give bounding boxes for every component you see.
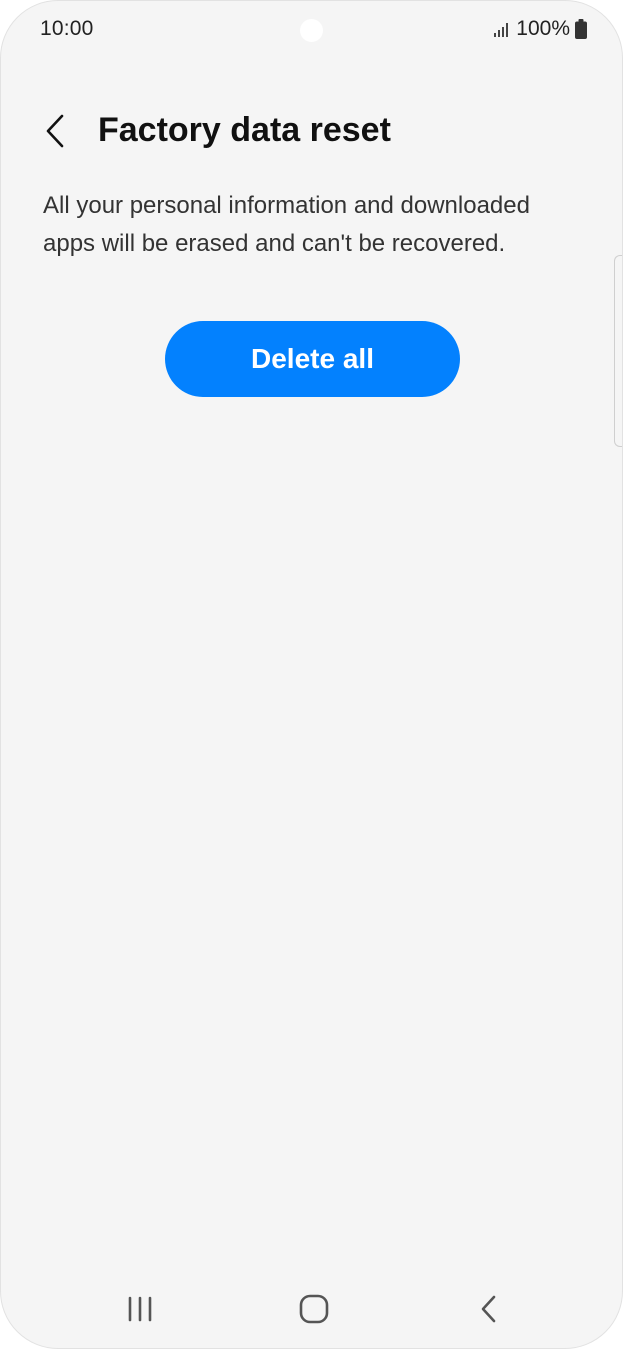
status-time: 10:00 bbox=[40, 17, 94, 40]
reset-description: All your personal information and downlo… bbox=[43, 192, 530, 257]
phone-screen: 10:00 100% Factory data reset All your p… bbox=[0, 0, 623, 1349]
home-icon bbox=[299, 1294, 329, 1324]
scroll-handle[interactable] bbox=[614, 255, 622, 447]
recent-apps-icon bbox=[128, 1296, 152, 1322]
delete-all-button[interactable]: Delete all bbox=[165, 321, 460, 397]
recent-apps-button[interactable] bbox=[110, 1287, 170, 1331]
chevron-left-icon bbox=[46, 114, 64, 148]
status-bar: 10:00 100% bbox=[1, 1, 622, 59]
battery-percentage: 100% bbox=[516, 17, 570, 40]
home-button[interactable] bbox=[284, 1287, 344, 1331]
page-title: Factory data reset bbox=[98, 111, 391, 149]
app-header: Factory data reset bbox=[1, 101, 622, 163]
navigation-bar bbox=[1, 1269, 622, 1348]
battery-icon bbox=[575, 19, 587, 39]
nav-back-button[interactable] bbox=[459, 1287, 519, 1331]
camera-cutout bbox=[300, 19, 323, 42]
status-indicators: 100% bbox=[493, 17, 587, 41]
signal-icon bbox=[493, 21, 511, 37]
back-button[interactable] bbox=[31, 107, 79, 155]
back-icon bbox=[481, 1295, 496, 1323]
